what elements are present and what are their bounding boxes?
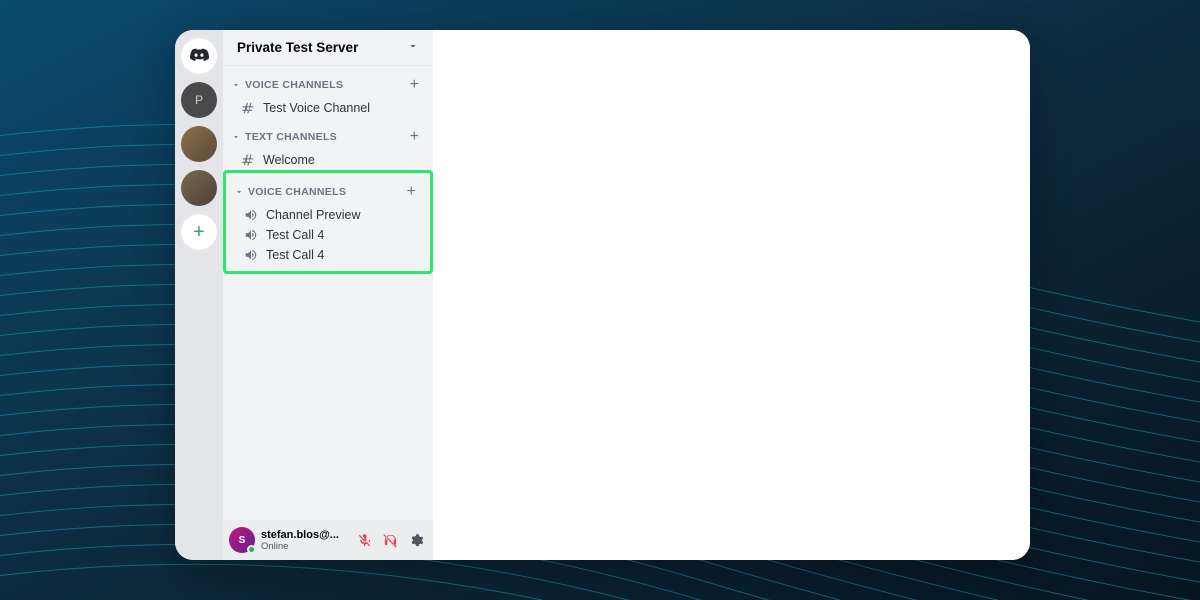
user-panel: S stefan.blos@... Online bbox=[223, 520, 433, 560]
home-server-icon[interactable] bbox=[181, 38, 217, 74]
deafen-button[interactable] bbox=[379, 529, 401, 551]
section-title: VOICE CHANNELS bbox=[246, 186, 407, 198]
channel-sidebar: Private Test Server VOICE CHANNELS+Test … bbox=[223, 30, 433, 560]
server-header[interactable]: Private Test Server bbox=[223, 30, 433, 66]
server-name: Private Test Server bbox=[237, 40, 358, 55]
channel-item[interactable]: Test Voice Channel bbox=[223, 98, 433, 118]
server-rail: P + bbox=[175, 30, 223, 560]
hash-icon bbox=[241, 101, 259, 115]
channel-item[interactable]: Test Call 4 bbox=[226, 245, 430, 265]
user-avatar[interactable]: S bbox=[229, 527, 255, 553]
server-icon-image-1[interactable] bbox=[181, 126, 217, 162]
user-status: Online bbox=[261, 541, 353, 552]
channel-name: Welcome bbox=[259, 153, 315, 167]
settings-button[interactable] bbox=[405, 529, 427, 551]
add-server-button[interactable]: + bbox=[181, 214, 217, 250]
channel-name: Channel Preview bbox=[262, 208, 361, 222]
channel-section-2: VOICE CHANNELS+ Channel Preview Test Call … bbox=[223, 170, 433, 274]
channel-section-1: TEXT CHANNELS+ Welcome bbox=[223, 118, 433, 170]
mute-mic-button[interactable] bbox=[353, 529, 375, 551]
channel-section-0: VOICE CHANNELS+ Test Voice Channel bbox=[223, 66, 433, 118]
hash-icon bbox=[241, 153, 259, 167]
server-icon-letter[interactable]: P bbox=[181, 82, 217, 118]
chevron-down-icon bbox=[232, 187, 246, 197]
section-header[interactable]: TEXT CHANNELS+ bbox=[223, 118, 433, 150]
chevron-down-icon bbox=[229, 132, 243, 142]
channel-item[interactable]: Welcome bbox=[223, 150, 433, 170]
section-title: VOICE CHANNELS bbox=[243, 79, 410, 91]
speaker-icon bbox=[244, 208, 262, 222]
section-title: TEXT CHANNELS bbox=[243, 131, 410, 143]
chevron-down-icon bbox=[407, 39, 419, 57]
user-controls bbox=[353, 529, 427, 551]
online-status-icon bbox=[247, 545, 256, 554]
channel-name: Test Call 4 bbox=[262, 248, 324, 262]
section-header[interactable]: VOICE CHANNELS+ bbox=[223, 66, 433, 98]
server-icon-image-2[interactable] bbox=[181, 170, 217, 206]
section-header[interactable]: VOICE CHANNELS+ bbox=[226, 173, 430, 205]
user-info: stefan.blos@... Online bbox=[255, 529, 353, 552]
speaker-icon bbox=[244, 248, 262, 262]
add-channel-button[interactable]: + bbox=[407, 183, 422, 201]
discord-logo-icon bbox=[189, 46, 209, 66]
channel-name: Test Voice Channel bbox=[259, 101, 370, 115]
channel-item[interactable]: Test Call 4 bbox=[226, 225, 430, 245]
app-window: P + Private Test Server VOICE CHANNELS+T… bbox=[175, 30, 1030, 560]
main-content bbox=[433, 30, 1030, 560]
channel-name: Test Call 4 bbox=[262, 228, 324, 242]
add-channel-button[interactable]: + bbox=[410, 76, 425, 94]
chevron-down-icon bbox=[229, 80, 243, 90]
add-channel-button[interactable]: + bbox=[410, 128, 425, 146]
user-name: stefan.blos@... bbox=[261, 529, 353, 541]
channel-item[interactable]: Channel Preview bbox=[226, 205, 430, 225]
speaker-icon bbox=[244, 228, 262, 242]
